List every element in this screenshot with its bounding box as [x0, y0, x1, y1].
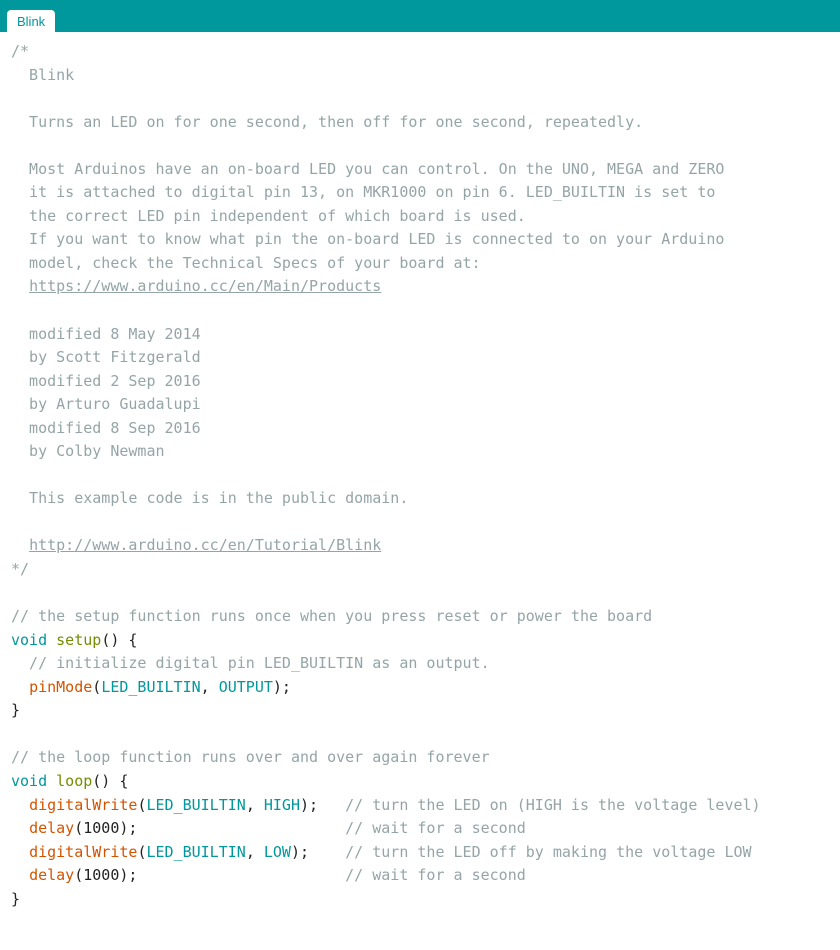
comment-line: by Colby Newman [11, 442, 165, 460]
const-led-builtin: LED_BUILTIN [101, 678, 200, 696]
const-output: OUTPUT [219, 678, 273, 696]
comment-line: modified 8 May 2014 [11, 325, 201, 343]
comment-inline: // wait for a second [345, 819, 526, 837]
call-delay: delay [29, 866, 74, 884]
func-name-setup: setup [56, 631, 101, 649]
code-text [11, 796, 29, 814]
func-name-loop: loop [56, 772, 92, 790]
code-text [11, 819, 29, 837]
comment-inline: // turn the LED on (HIGH is the voltage … [345, 796, 760, 814]
code-text [47, 631, 56, 649]
const-led-builtin: LED_BUILTIN [146, 843, 245, 861]
keyword-void: void [11, 772, 47, 790]
comment-line: /* [11, 42, 29, 60]
code-text: () { [101, 631, 137, 649]
comment-line: by Arturo Guadalupi [11, 395, 201, 413]
tab-bar: Blink [0, 0, 840, 32]
comment-line: Turns an LED on for one second, then off… [11, 113, 643, 131]
code-text: , [201, 678, 219, 696]
code-text: (1000); [74, 866, 345, 884]
code-text [47, 772, 56, 790]
comment-line [11, 536, 29, 554]
comment-line [11, 277, 29, 295]
const-led-builtin: LED_BUILTIN [146, 796, 245, 814]
comment-line: by Scott Fitzgerald [11, 348, 201, 366]
comment-line: This example code is in the public domai… [11, 489, 408, 507]
code-text: , [246, 843, 264, 861]
code-text: () { [92, 772, 128, 790]
code-text: } [11, 701, 20, 719]
call-delay: delay [29, 819, 74, 837]
comment-line: the correct LED pin independent of which… [11, 207, 526, 225]
const-high: HIGH [264, 796, 300, 814]
call-pinmode: pinMode [29, 678, 92, 696]
call-digitalwrite: digitalWrite [29, 843, 137, 861]
code-text [11, 866, 29, 884]
comment-line: modified 8 Sep 2016 [11, 419, 201, 437]
code-text: (1000); [74, 819, 345, 837]
comment-line: it is attached to digital pin 13, on MKR… [11, 183, 715, 201]
comment-line: modified 2 Sep 2016 [11, 372, 201, 390]
comment-line: model, check the Technical Specs of your… [11, 254, 481, 272]
code-text [11, 678, 29, 696]
const-low: LOW [264, 843, 291, 861]
tab-blink[interactable]: Blink [7, 10, 55, 32]
code-text: ); [291, 843, 345, 861]
keyword-void: void [11, 631, 47, 649]
comment-line: // initialize digital pin LED_BUILTIN as… [11, 654, 490, 672]
code-text: , [246, 796, 264, 814]
comment-line: // the setup function runs once when you… [11, 607, 652, 625]
code-text: ); [300, 796, 345, 814]
code-text [11, 843, 29, 861]
comment-inline: // turn the LED off by making the voltag… [345, 843, 751, 861]
code-editor[interactable]: /* Blink Turns an LED on for one second,… [0, 32, 840, 925]
comment-line: Blink [11, 66, 74, 84]
code-text: } [11, 890, 20, 908]
code-text: ( [92, 678, 101, 696]
comment-line: // the loop function runs over and over … [11, 748, 490, 766]
comment-line: If you want to know what pin the on-boar… [11, 230, 724, 248]
comment-link-tutorial[interactable]: http://www.arduino.cc/en/Tutorial/Blink [29, 536, 381, 554]
code-text: ); [273, 678, 291, 696]
comment-line: */ [11, 560, 29, 578]
comment-link-products[interactable]: https://www.arduino.cc/en/Main/Products [29, 277, 381, 295]
call-digitalwrite: digitalWrite [29, 796, 137, 814]
comment-inline: // wait for a second [345, 866, 526, 884]
comment-line: Most Arduinos have an on-board LED you c… [11, 160, 724, 178]
